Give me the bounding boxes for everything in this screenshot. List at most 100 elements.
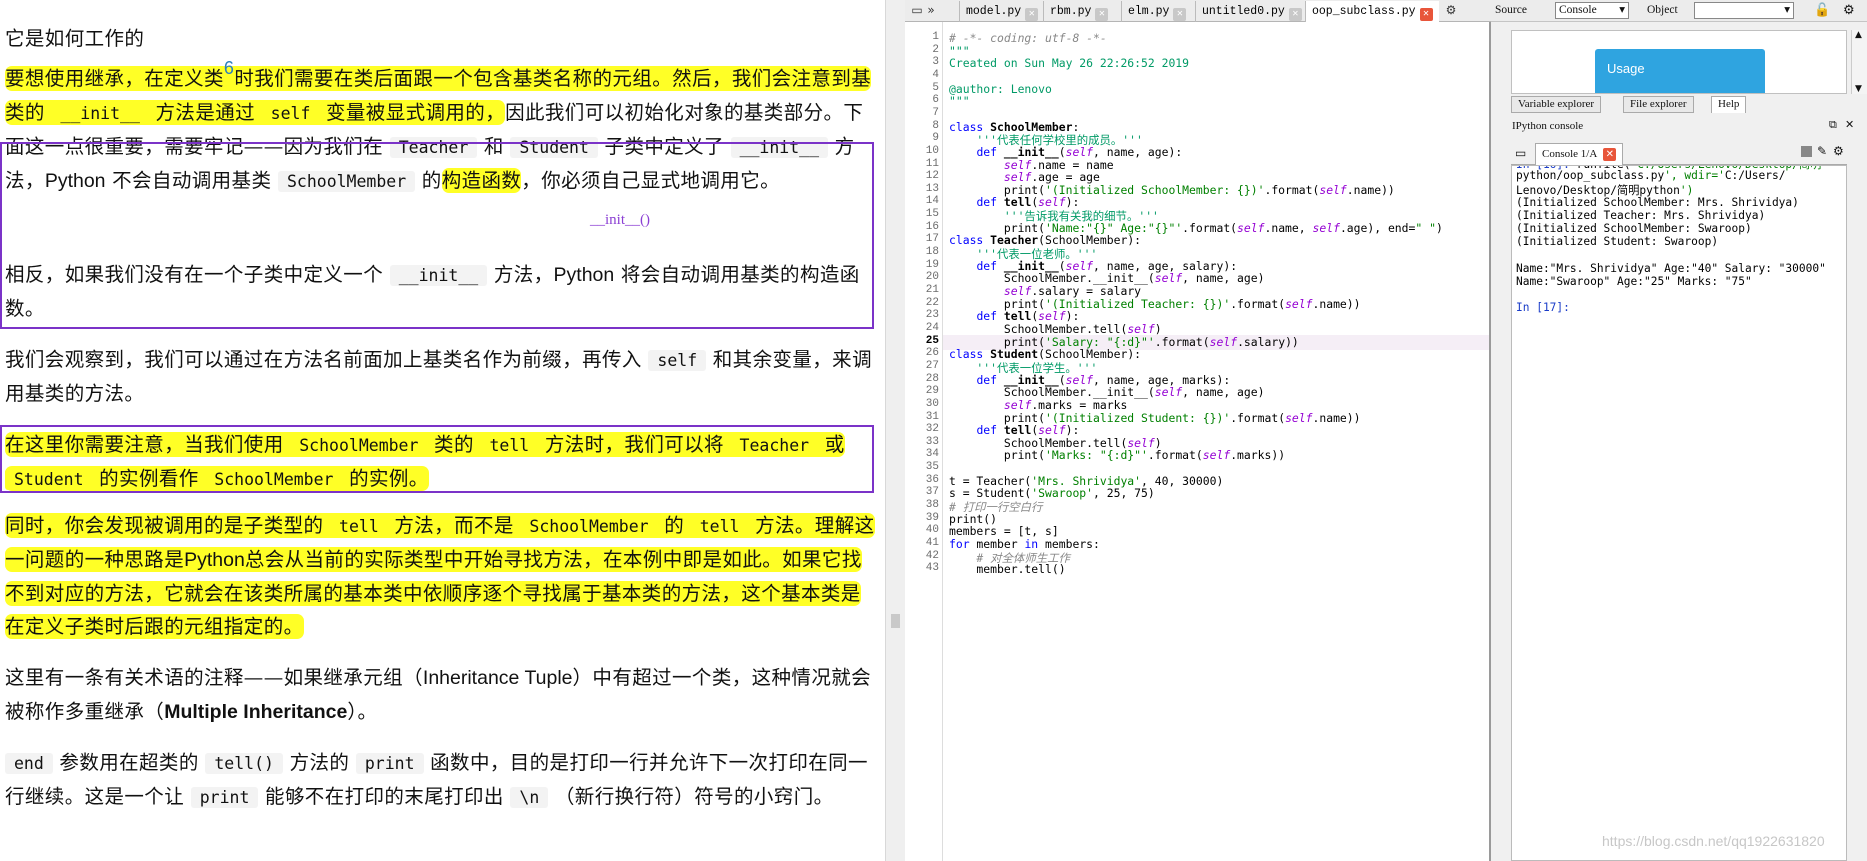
- inline-code: print: [355, 753, 424, 774]
- text: 方法的: [289, 751, 350, 774]
- console-line: python/oop_subclass.py', wdir='C:/Users/: [1516, 169, 1786, 183]
- chevron-down-icon: ▾: [1619, 4, 1625, 16]
- paragraph-end-param: end 参数用在超类的 tell() 方法的 print 函数中，目的是打印一行…: [5, 746, 877, 814]
- chevron-right-icon[interactable]: »: [923, 3, 939, 18]
- eraser-icon[interactable]: ✎: [1817, 144, 1827, 158]
- lock-icon[interactable]: 🔓: [1814, 2, 1830, 18]
- code-line[interactable]: member.tell(): [949, 562, 1065, 576]
- inline-code: SchoolMember: [520, 516, 658, 537]
- text: 要想使用继承，在定义类: [5, 67, 224, 90]
- line-number: 38: [925, 499, 939, 512]
- document-pane: 它是如何工作的 要想使用继承，在定义类6时我们需要在类后面跟一个包含基类名称的元…: [0, 0, 885, 861]
- line-number: 26: [925, 347, 939, 360]
- browse-tabs-icon[interactable]: ▭: [1515, 146, 1526, 160]
- help-scrollbar[interactable]: ▲ ▼: [1851, 30, 1867, 94]
- editor-tab-bar: ▭ » model.py ✕ rbm.py ✕ elm.py ✕ untitled0.…: [905, 0, 1491, 22]
- code-line[interactable]: Created on Sun May 26 22:26:52 2019: [949, 56, 1189, 70]
- line-number: 29: [925, 385, 939, 398]
- source-select[interactable]: Console ▾: [1555, 2, 1629, 19]
- tab-label: Console 1/A: [1542, 148, 1598, 160]
- tab-untitled0[interactable]: untitled0.py ✕: [1195, 1, 1308, 22]
- line-number: 32: [925, 423, 939, 436]
- watermark: https://blog.csdn.net/qq1922631820: [1602, 833, 1825, 849]
- close-icon[interactable]: ✕: [1419, 8, 1433, 21]
- code-area[interactable]: # -*- coding: utf-8 -*- """ Created on Sun…: [943, 22, 1491, 861]
- pane-splitter[interactable]: [885, 0, 905, 861]
- tab-console-1a[interactable]: Console 1/A ✕: [1535, 143, 1624, 165]
- text: （新行换行符）符号的小窍门。: [554, 785, 834, 808]
- line-number: 15: [925, 208, 939, 221]
- chevron-down-icon: ▾: [1784, 4, 1790, 16]
- tab-rbm[interactable]: rbm.py ✕: [1043, 1, 1114, 22]
- footnote-marker[interactable]: 6: [224, 58, 234, 78]
- text: 的: [664, 514, 685, 537]
- tab-file-explorer[interactable]: File explorer: [1623, 96, 1694, 113]
- options-gear-icon[interactable]: ⚙: [1833, 144, 1844, 158]
- object-select[interactable]: ▾: [1694, 2, 1794, 19]
- tab-variable-explorer[interactable]: Variable explorer: [1511, 96, 1602, 113]
- paragraph-terminology: 这里有一条有关术语的注释——如果继承元组（Inheritance Tuple）中…: [5, 661, 877, 729]
- line-number: 21: [925, 284, 939, 296]
- tab-label: oop_subclass.py: [1312, 5, 1416, 18]
- line-number: 6: [932, 94, 939, 107]
- tab-label: rbm.py: [1050, 5, 1092, 18]
- term: Multiple Inheritance: [164, 701, 348, 723]
- console-output[interactable]: In [16]: runfile('C:/Users/Lenovo/Deskto…: [1511, 165, 1847, 861]
- inline-code: tell: [690, 516, 749, 537]
- splitter-grip[interactable]: [891, 614, 900, 628]
- code-line[interactable]: """: [949, 94, 970, 108]
- ipython-console-title: IPython console: [1512, 120, 1584, 132]
- inline-code: tell: [330, 516, 388, 537]
- options-gear-icon[interactable]: ⚙: [1443, 3, 1459, 18]
- inline-code: self: [648, 350, 707, 371]
- close-icon[interactable]: ✕: [1025, 8, 1039, 21]
- tab-model[interactable]: model.py ✕: [959, 1, 1044, 22]
- code-line[interactable]: # -*- coding: utf-8 -*-: [949, 31, 1107, 45]
- close-icon[interactable]: ✕: [1173, 8, 1187, 21]
- code-editor[interactable]: ▭ » model.py ✕ rbm.py ✕ elm.py ✕ untitled0.…: [905, 0, 1491, 861]
- options-gear-icon[interactable]: ⚙: [1843, 2, 1855, 18]
- line-number: 5: [932, 81, 939, 94]
- help-viewer: Usage: [1511, 30, 1847, 94]
- inline-code: tell(): [205, 753, 283, 774]
- close-icon[interactable]: ✕: [1095, 8, 1109, 21]
- close-icon[interactable]: ✕: [1603, 148, 1617, 161]
- line-number: 1: [932, 31, 939, 43]
- text: 方法，而不是: [394, 514, 514, 537]
- line-number: 31: [925, 410, 939, 423]
- close-icon[interactable]: ✕: [1288, 8, 1302, 21]
- text: 能够不在打印的末尾打印出: [265, 785, 504, 808]
- line-number: 11: [925, 157, 939, 170]
- inline-code: print: [190, 787, 259, 808]
- console-line: (Initialized SchoolMember: Mrs. Shrividy…: [1516, 195, 1799, 209]
- line-number: 33: [925, 435, 939, 448]
- source-label: Source: [1495, 4, 1527, 16]
- console-line: (Initialized Student: Swaroop): [1516, 235, 1719, 249]
- console-line: (Initialized SchoolMember: Swaroop): [1516, 222, 1752, 235]
- close-icon[interactable]: ✕: [1845, 118, 1854, 131]
- text: 方法是通过: [155, 101, 256, 124]
- tab-elm[interactable]: elm.py ✕: [1121, 1, 1192, 22]
- console-line: (Initialized Teacher: Mrs. Shrividya): [1516, 208, 1766, 222]
- tab-label: elm.py: [1128, 5, 1170, 18]
- line-number: 2: [932, 43, 939, 56]
- object-label: Object: [1647, 4, 1678, 16]
- scroll-down-icon[interactable]: ▼: [1855, 84, 1862, 94]
- text: 我们会观察到，我们可以通过在方法名前面加上基类名作为前缀，再传入: [5, 348, 642, 371]
- code-line[interactable]: print('Marks: "{:d}"'.format(self.marks)…: [949, 448, 1285, 462]
- section-heading: 它是如何工作的: [5, 27, 145, 50]
- line-number: 10: [925, 144, 939, 157]
- console-line: In [17]:: [1516, 301, 1570, 315]
- console-tab-bar: ▭ Console 1/A ✕ ✎ ⚙: [1511, 140, 1847, 165]
- line-number: 9: [932, 132, 939, 145]
- scroll-up-icon[interactable]: ▲: [1855, 30, 1862, 40]
- stop-icon[interactable]: [1801, 146, 1812, 157]
- line-number: 4: [932, 68, 939, 81]
- tab-help[interactable]: Help: [1711, 96, 1747, 113]
- line-number: 28: [925, 372, 939, 385]
- text: 方法，: [493, 263, 554, 286]
- tab-oop-subclass[interactable]: oop_subclass.py ✕: [1305, 1, 1439, 22]
- line-number: 36: [925, 473, 939, 486]
- undock-icon[interactable]: ⧉: [1829, 118, 1837, 132]
- paragraph-no-init: 相反，如果我们没有在一个子类中定义一个 __init__ 方法，Python 将…: [5, 258, 877, 325]
